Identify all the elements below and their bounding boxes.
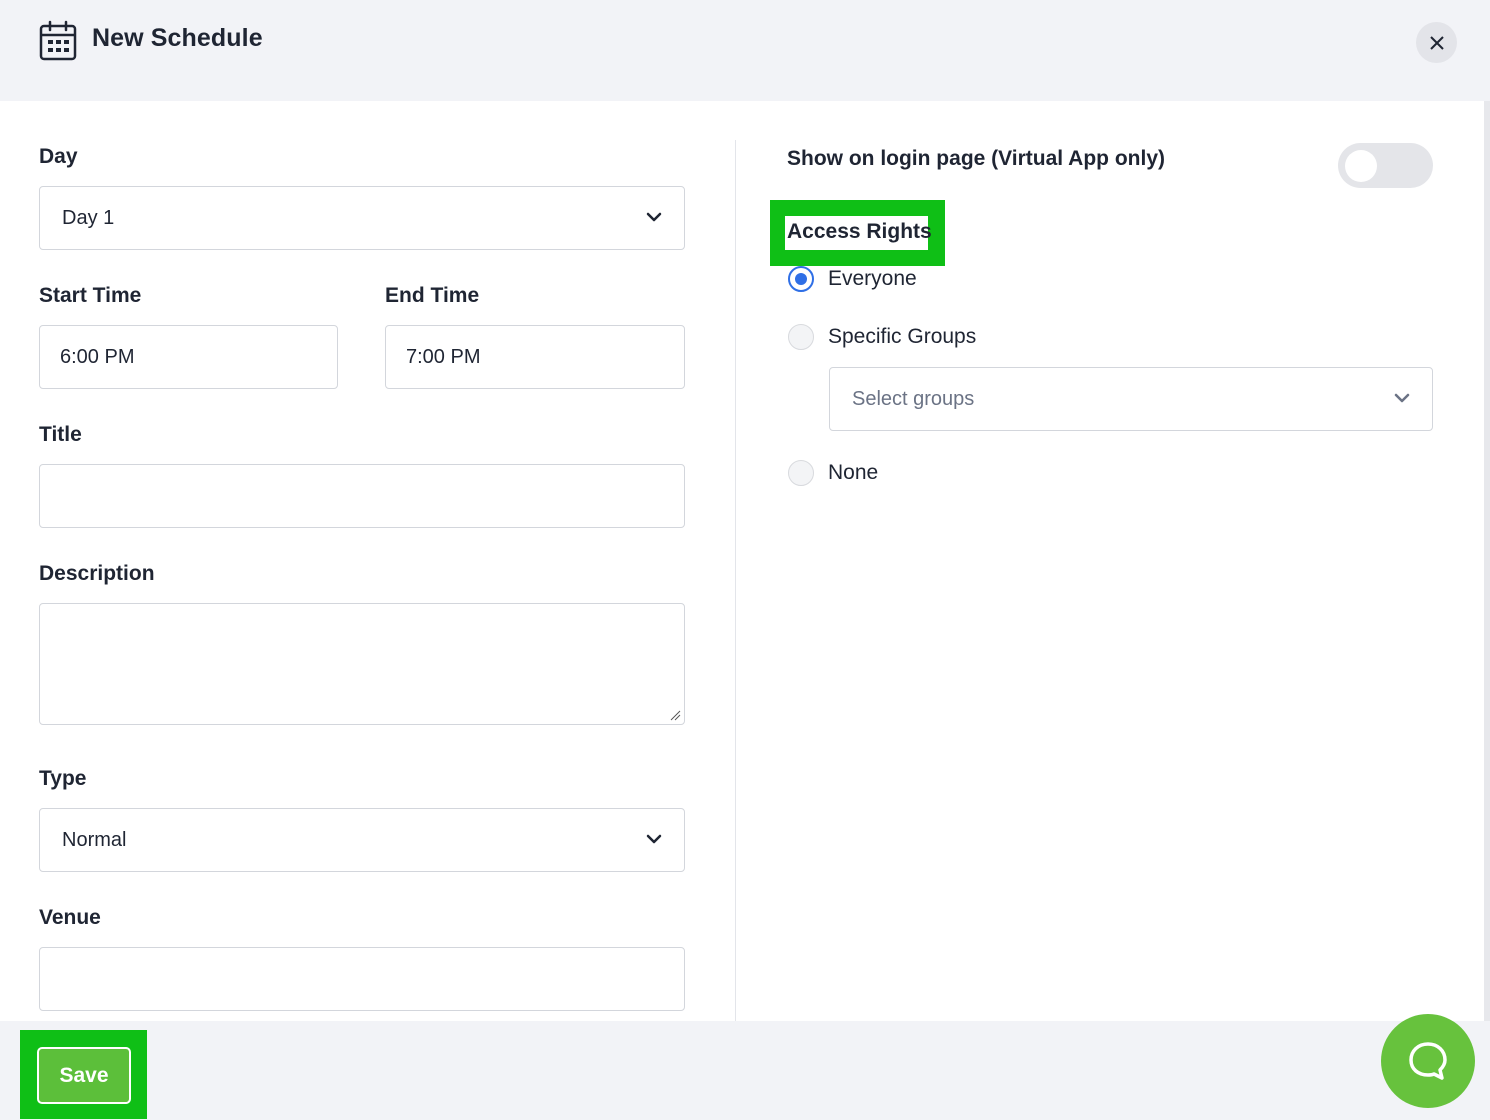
- day-select-value: Day 1: [62, 207, 115, 229]
- venue-label: Venue: [39, 906, 101, 929]
- radio-specific-groups-label[interactable]: Specific Groups: [828, 325, 976, 349]
- show-on-login-label: Show on login page (Virtual App only): [787, 147, 1165, 170]
- end-time-input[interactable]: 7:00 PM: [385, 325, 685, 389]
- type-label: Type: [39, 767, 87, 790]
- end-time-value: 7:00 PM: [406, 346, 481, 368]
- chevron-down-icon: [1394, 393, 1410, 403]
- chevron-down-icon: [646, 212, 662, 222]
- start-time-input[interactable]: 6:00 PM: [39, 325, 338, 389]
- chevron-down-icon: [646, 834, 662, 844]
- scrollbar-track[interactable]: [1484, 101, 1490, 1021]
- groups-select[interactable]: Select groups: [829, 367, 1433, 431]
- type-select-value: Normal: [62, 829, 127, 851]
- type-select[interactable]: Normal: [39, 808, 685, 872]
- radio-none[interactable]: [788, 460, 814, 486]
- calendar-icon: [39, 20, 77, 61]
- dialog-title: New Schedule: [92, 24, 263, 52]
- dialog-footer: [0, 1021, 1490, 1120]
- show-on-login-toggle[interactable]: [1338, 143, 1433, 188]
- dialog-header: New Schedule: [0, 0, 1490, 101]
- title-label: Title: [39, 423, 82, 446]
- chat-bubble-icon: [1409, 1042, 1447, 1080]
- radio-everyone-label[interactable]: Everyone: [828, 267, 917, 291]
- start-time-value: 6:00 PM: [60, 346, 135, 368]
- close-button[interactable]: [1416, 22, 1457, 63]
- day-label: Day: [39, 145, 78, 168]
- start-time-label: Start Time: [39, 284, 142, 307]
- radio-none-label[interactable]: None: [828, 461, 878, 485]
- end-time-label: End Time: [385, 284, 480, 307]
- groups-select-placeholder: Select groups: [852, 388, 975, 410]
- resize-handle-icon[interactable]: [670, 710, 681, 721]
- radio-specific-groups[interactable]: [788, 324, 814, 350]
- day-select[interactable]: Day 1: [39, 186, 685, 250]
- close-icon: [1429, 35, 1444, 50]
- access-rights-label: Access Rights: [787, 220, 932, 243]
- description-textarea[interactable]: [39, 603, 685, 725]
- toggle-knob: [1345, 150, 1377, 182]
- description-label: Description: [39, 562, 155, 585]
- title-input[interactable]: [39, 464, 685, 528]
- chat-button[interactable]: [1381, 1014, 1475, 1108]
- radio-everyone[interactable]: [788, 266, 814, 292]
- save-button[interactable]: Save: [39, 1049, 129, 1102]
- venue-input[interactable]: [39, 947, 685, 1011]
- column-divider: [735, 140, 736, 1021]
